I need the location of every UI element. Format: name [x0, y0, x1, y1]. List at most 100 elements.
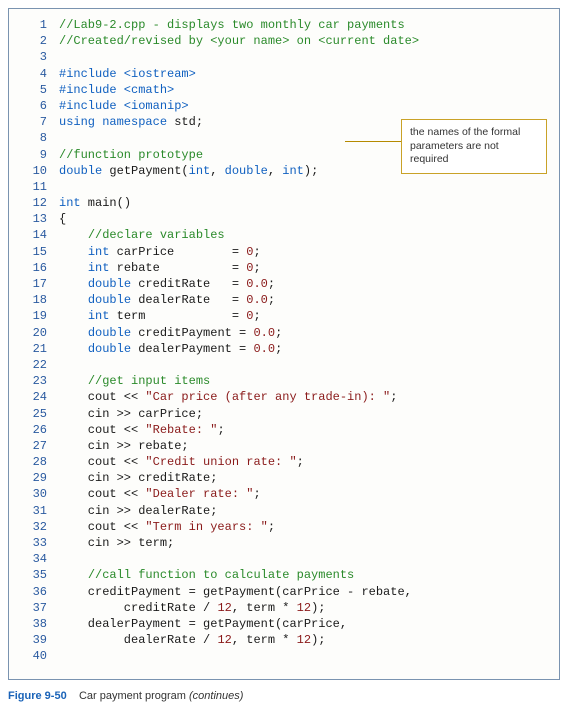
line-number: 36: [19, 584, 59, 600]
line-number: 31: [19, 503, 59, 519]
code-text: //Lab9-2.cpp - displays two monthly car …: [59, 17, 405, 33]
code-text: cin >> term;: [59, 535, 174, 551]
line-number: 30: [19, 486, 59, 502]
code-line: 32 cout << "Term in years: ";: [19, 519, 549, 535]
code-text: //get input items: [59, 373, 210, 389]
line-number: 2: [19, 33, 59, 49]
code-line: 22: [19, 357, 549, 373]
code-text: cin >> dealerRate;: [59, 503, 217, 519]
figure-title: Car payment program: [79, 690, 186, 702]
code-text: double dealerRate = 0.0;: [59, 292, 275, 308]
line-number: 26: [19, 422, 59, 438]
line-number: 9: [19, 147, 59, 163]
code-line: 24 cout << "Car price (after any trade-i…: [19, 389, 549, 405]
code-text: double dealerPayment = 0.0;: [59, 341, 282, 357]
code-text: double creditPayment = 0.0;: [59, 325, 282, 341]
code-text: //declare variables: [59, 227, 225, 243]
code-text: int main(): [59, 195, 131, 211]
code-text: dealerPayment = getPayment(carPrice,: [59, 616, 347, 632]
code-line: 15 int carPrice = 0;: [19, 244, 549, 260]
code-line: 28 cout << "Credit union rate: ";: [19, 454, 549, 470]
line-number: 40: [19, 648, 59, 664]
line-number: 38: [19, 616, 59, 632]
line-number: 8: [19, 130, 59, 146]
code-line: 1//Lab9-2.cpp - displays two monthly car…: [19, 17, 549, 33]
code-line: 3: [19, 49, 549, 65]
line-number: 19: [19, 308, 59, 324]
code-text: //function prototype: [59, 147, 203, 163]
code-container: 1//Lab9-2.cpp - displays two monthly car…: [19, 17, 549, 665]
code-line: 5#include <cmath>: [19, 82, 549, 98]
line-number: 16: [19, 260, 59, 276]
code-line: 4#include <iostream>: [19, 66, 549, 82]
callout-text: the names of the formal parameters are n…: [410, 126, 520, 165]
code-line: 18 double dealerRate = 0.0;: [19, 292, 549, 308]
line-number: 22: [19, 357, 59, 373]
code-line: 19 int term = 0;: [19, 308, 549, 324]
code-text: #include <iomanip>: [59, 98, 189, 114]
line-number: 35: [19, 567, 59, 583]
line-number: 14: [19, 227, 59, 243]
code-text: cout << "Credit union rate: ";: [59, 454, 304, 470]
code-line: 23 //get input items: [19, 373, 549, 389]
callout-connector-line: [345, 141, 401, 142]
line-number: 33: [19, 535, 59, 551]
figure-caption: Figure 9-50 Car payment program (continu…: [8, 690, 560, 702]
line-number: 28: [19, 454, 59, 470]
code-line: 21 double dealerPayment = 0.0;: [19, 341, 549, 357]
line-number: 18: [19, 292, 59, 308]
code-text: cout << "Dealer rate: ";: [59, 486, 261, 502]
code-line: 40: [19, 648, 549, 664]
line-number: 4: [19, 66, 59, 82]
code-line: 20 double creditPayment = 0.0;: [19, 325, 549, 341]
code-line: 14 //declare variables: [19, 227, 549, 243]
code-text: //Created/revised by <your name> on <cur…: [59, 33, 419, 49]
code-line: 25 cin >> carPrice;: [19, 406, 549, 422]
code-line: 35 //call function to calculate payments: [19, 567, 549, 583]
code-line: 2//Created/revised by <your name> on <cu…: [19, 33, 549, 49]
code-line: 27 cin >> rebate;: [19, 438, 549, 454]
line-number: 32: [19, 519, 59, 535]
code-text: int carPrice = 0;: [59, 244, 261, 260]
line-number: 25: [19, 406, 59, 422]
line-number: 13: [19, 211, 59, 227]
line-number: 12: [19, 195, 59, 211]
code-line: 36 creditPayment = getPayment(carPrice -…: [19, 584, 549, 600]
code-text: int rebate = 0;: [59, 260, 261, 276]
line-number: 6: [19, 98, 59, 114]
code-line: 33 cin >> term;: [19, 535, 549, 551]
code-line: 39 dealerRate / 12, term * 12);: [19, 632, 549, 648]
line-number: 17: [19, 276, 59, 292]
code-text: int term = 0;: [59, 308, 261, 324]
code-text: #include <iostream>: [59, 66, 196, 82]
code-text: cout << "Car price (after any trade-in):…: [59, 389, 397, 405]
figure-continues: (continues): [189, 690, 243, 702]
code-listing-box: 1//Lab9-2.cpp - displays two monthly car…: [8, 8, 560, 680]
line-number: 23: [19, 373, 59, 389]
code-text: cin >> carPrice;: [59, 406, 203, 422]
callout-box: the names of the formal parameters are n…: [401, 119, 547, 174]
code-line: 11: [19, 179, 549, 195]
code-line: 34: [19, 551, 549, 567]
line-number: 29: [19, 470, 59, 486]
code-text: cout << "Rebate: ";: [59, 422, 225, 438]
figure-label: Figure 9-50: [8, 690, 67, 702]
line-number: 37: [19, 600, 59, 616]
code-line: 17 double creditRate = 0.0;: [19, 276, 549, 292]
line-number: 27: [19, 438, 59, 454]
code-line: 13{: [19, 211, 549, 227]
code-line: 38 dealerPayment = getPayment(carPrice,: [19, 616, 549, 632]
line-number: 34: [19, 551, 59, 567]
line-number: 3: [19, 49, 59, 65]
code-text: double creditRate = 0.0;: [59, 276, 275, 292]
code-text: double getPayment(int, double, int);: [59, 163, 318, 179]
line-number: 15: [19, 244, 59, 260]
code-line: 12int main(): [19, 195, 549, 211]
line-number: 20: [19, 325, 59, 341]
line-number: 10: [19, 163, 59, 179]
line-number: 7: [19, 114, 59, 130]
code-text: using namespace std;: [59, 114, 203, 130]
code-line: 6#include <iomanip>: [19, 98, 549, 114]
code-text: creditRate / 12, term * 12);: [59, 600, 325, 616]
code-text: {: [59, 211, 66, 227]
